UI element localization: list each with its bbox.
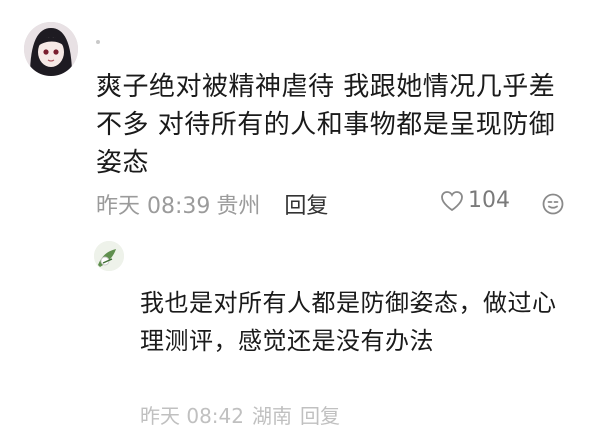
like-count: 104: [468, 188, 510, 213]
comment-text: 爽子绝对被精神虐待 我跟她情况几乎差不多 对待所有的人和事物都是呈现防御姿态: [96, 72, 556, 178]
emoji-icon: [542, 193, 564, 215]
avatar[interactable]: [24, 22, 78, 76]
emoji-button[interactable]: [541, 192, 565, 216]
comment-location: 贵州: [216, 194, 261, 219]
comment-meta: 昨天 08:39 贵州 回复: [96, 188, 328, 220]
reply-reply-button[interactable]: 回复: [300, 400, 340, 429]
comment-time: 昨天 08:39: [96, 194, 211, 219]
heart-outline-icon: [441, 190, 463, 211]
reply-avatar[interactable]: [94, 241, 124, 271]
anime-girl-avatar-icon: [24, 22, 78, 76]
reply-meta: 昨天 08:42 湖南 回复: [140, 400, 340, 429]
reply-time: 昨天 08:42: [140, 404, 244, 428]
reply-button[interactable]: 回复: [284, 188, 328, 220]
reply-location: 湖南: [252, 404, 292, 428]
reply-text: 我也是对所有人都是防御姿态，做过心理测评，感觉还是没有办法: [140, 289, 557, 355]
username-placeholder: [96, 40, 100, 44]
green-avatar-icon: [94, 241, 124, 271]
like-button[interactable]: 104: [440, 188, 510, 213]
